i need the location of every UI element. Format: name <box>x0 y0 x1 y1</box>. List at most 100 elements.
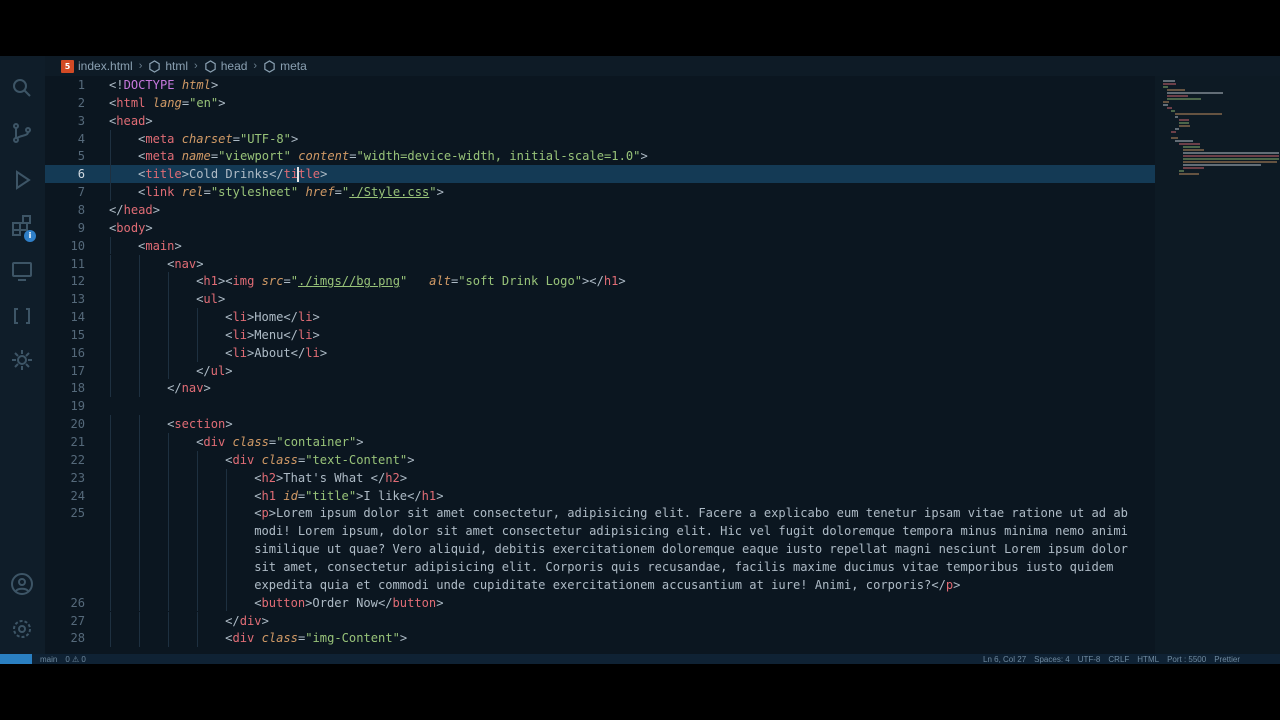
code-line[interactable]: 17 </ul> <box>45 361 1155 380</box>
gear-icon[interactable] <box>10 348 34 372</box>
code-line[interactable]: 23 <h2>That's What </h2> <box>45 468 1155 487</box>
code-line[interactable]: 22 <div class="text-Content"> <box>45 450 1155 469</box>
status-eol[interactable]: CRLF <box>1108 655 1129 664</box>
code-line[interactable]: 27 </div> <box>45 611 1155 630</box>
status-cursor-position[interactable]: Ln 6, Col 27 <box>983 655 1026 664</box>
code-line[interactable]: 14 <li>Home</li> <box>45 308 1155 326</box>
run-debug-icon[interactable] <box>10 168 34 192</box>
status-prettier[interactable]: Prettier <box>1214 655 1240 664</box>
code-line[interactable]: 12 <h1><img src="./imgs//bg.png" alt="sof… <box>45 272 1155 291</box>
indent-guide <box>226 468 228 487</box>
status-language[interactable]: HTML <box>1137 655 1159 664</box>
editor-scrollbar[interactable] <box>1268 76 1280 654</box>
code-line[interactable]: similique ut quae? Vero aliquid, debitis… <box>45 540 1155 558</box>
code-line[interactable]: 26 <button>Order Now</button> <box>45 593 1155 612</box>
indent-guide <box>139 325 141 344</box>
code-line[interactable]: 1 <!DOCTYPE html> <box>45 76 1155 94</box>
code-line[interactable]: expedita quia et commodi unde cupiditate… <box>45 575 1155 594</box>
indent-guide <box>168 504 170 523</box>
indent-guide <box>197 575 199 594</box>
code-line[interactable]: 21 <div class="container"> <box>45 433 1155 451</box>
minimap-line <box>1171 110 1175 112</box>
line-number: 26 <box>70 595 85 610</box>
indent-guide <box>139 575 141 594</box>
indent-guide <box>139 290 141 309</box>
code-line[interactable]: 7 <link rel="stylesheet" href="./Style.cs… <box>45 183 1155 201</box>
line-number: 17 <box>70 363 85 378</box>
code-line[interactable]: 16 <li>About</li> <box>45 343 1155 362</box>
line-number: 22 <box>70 452 85 467</box>
indent-guide <box>168 433 170 451</box>
indent-guide <box>110 629 111 648</box>
breadcrumb-item-file[interactable]: 5 index.html <box>61 59 133 73</box>
code-line[interactable]: 11 <nav> <box>45 254 1155 273</box>
breadcrumb-item-meta[interactable]: meta <box>263 59 307 73</box>
code-line[interactable]: 18 </nav> <box>45 379 1155 398</box>
search-icon[interactable] <box>10 76 34 100</box>
element-icon <box>204 59 217 73</box>
indent-guide <box>110 522 111 541</box>
code-line[interactable]: 24 <h1 id="title">I like</h1> <box>45 486 1155 505</box>
indent-guide <box>168 522 170 541</box>
code-line[interactable]: 3 <head> <box>45 112 1155 130</box>
indent-guide <box>110 129 111 148</box>
status-indentation[interactable]: Spaces: 4 <box>1034 655 1070 664</box>
code-line[interactable]: 28 <div class="img-Content"> <box>45 629 1155 648</box>
remote-indicator[interactable] <box>0 654 32 664</box>
breadcrumb-item-head[interactable]: head <box>204 59 247 73</box>
indent-guide <box>139 504 141 523</box>
status-problems[interactable]: 0 ⚠ 0 <box>65 655 86 664</box>
status-live-server[interactable]: Port : 5500 <box>1167 655 1206 664</box>
settings-gear-icon[interactable] <box>10 617 34 641</box>
status-encoding[interactable]: UTF-8 <box>1078 655 1101 664</box>
brackets-icon[interactable] <box>10 304 34 328</box>
indent-guide <box>139 433 141 451</box>
code-line[interactable]: 6 <title>Cold Drinks</title> <box>45 165 1155 184</box>
indent-guide <box>110 557 111 576</box>
code-text: <body> <box>109 220 153 235</box>
code-line[interactable]: 8 </head> <box>45 201 1155 219</box>
code-line[interactable]: 4 <meta charset="UTF-8"> <box>45 129 1155 148</box>
line-number: 25 <box>70 506 85 521</box>
line-number: 4 <box>77 131 85 146</box>
minimap-line <box>1183 167 1204 169</box>
code-text: </div> <box>225 613 269 628</box>
code-line[interactable]: 2 <html lang="en"> <box>45 94 1155 112</box>
code-editor[interactable]: 1 <!DOCTYPE html> 2 <html lang="en"> 3 <head>… <box>45 76 1155 654</box>
code-text: </head> <box>109 202 160 217</box>
code-line[interactable]: 5 <meta name="viewport" content="width=de… <box>45 147 1155 166</box>
status-branch[interactable]: main <box>40 655 57 664</box>
element-icon <box>263 59 276 73</box>
remote-explorer-icon[interactable] <box>10 259 34 283</box>
code-text: <title>Cold Drinks</title> <box>138 167 328 183</box>
code-text: <p>Lorem ipsum dolor sit amet consectetu… <box>254 506 1128 521</box>
code-line[interactable]: modi! Lorem ipsum, dolor sit amet consec… <box>45 522 1155 541</box>
indent-guide <box>168 593 170 612</box>
indent-guide <box>139 272 141 291</box>
code-text: similique ut quae? Vero aliquid, debitis… <box>254 542 1128 557</box>
indent-guide <box>197 486 199 505</box>
indent-guide <box>226 575 228 594</box>
extensions-icon[interactable]: i <box>10 214 36 242</box>
source-control-icon[interactable] <box>10 121 34 145</box>
breadcrumb-item-html[interactable]: html <box>148 59 188 73</box>
line-number: 28 <box>70 631 85 646</box>
line-number: 7 <box>77 185 85 200</box>
code-line[interactable]: sit amet, consectetur adipisicing elit. … <box>45 557 1155 576</box>
code-line[interactable]: 13 <ul> <box>45 290 1155 309</box>
code-line[interactable]: 10 <main> <box>45 236 1155 255</box>
code-line[interactable]: 9 <body> <box>45 219 1155 237</box>
activity-bar: i <box>0 56 45 664</box>
code-line[interactable]: 19 <box>45 397 1155 415</box>
code-line[interactable]: 20 <section> <box>45 415 1155 433</box>
indent-guide <box>110 290 111 309</box>
account-icon[interactable] <box>10 572 34 596</box>
minimap-line <box>1163 83 1176 85</box>
code-line[interactable]: 25 <p>Lorem ipsum dolor sit amet consecte… <box>45 504 1155 523</box>
indent-guide <box>110 343 111 362</box>
minimap[interactable] <box>1155 76 1280 654</box>
code-line[interactable]: 15 <li>Menu</li> <box>45 325 1155 344</box>
code-text: <h1 id="title">I like</h1> <box>254 488 444 503</box>
line-number: 20 <box>70 417 85 432</box>
indent-guide <box>168 468 170 487</box>
